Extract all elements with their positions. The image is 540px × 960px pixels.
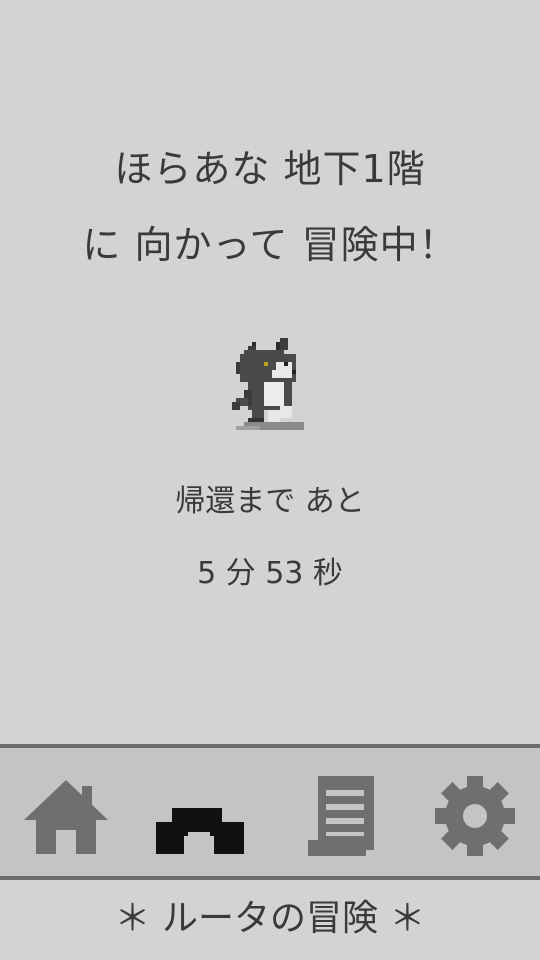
tab-home[interactable] (16, 768, 116, 864)
return-countdown-label: 帰還まで あと (175, 484, 365, 519)
cat-sprite-icon (232, 338, 304, 430)
adventuring-text: に 向かって 冒険中！ (82, 223, 458, 267)
bottom-tab-bar (0, 744, 540, 876)
gear-icon (435, 776, 515, 856)
app-title-footer: ＊ ルータの冒険 ＊ (0, 876, 540, 960)
home-icon (24, 780, 108, 854)
adventure-screen: ほらあな 地下1階 に 向かって 冒険中！ 帰還まで あと 5 分 53 秒 (0, 0, 540, 744)
cave-icon (156, 808, 244, 854)
return-countdown-timer: 5 分 53 秒 (197, 556, 343, 591)
scroll-icon (308, 776, 374, 856)
tab-adventure[interactable] (150, 768, 250, 864)
tab-settings[interactable] (425, 768, 525, 864)
tab-log[interactable] (290, 768, 390, 864)
destination-text: ほらあな 地下1階 (114, 147, 426, 191)
cat-character-sprite (228, 334, 312, 438)
